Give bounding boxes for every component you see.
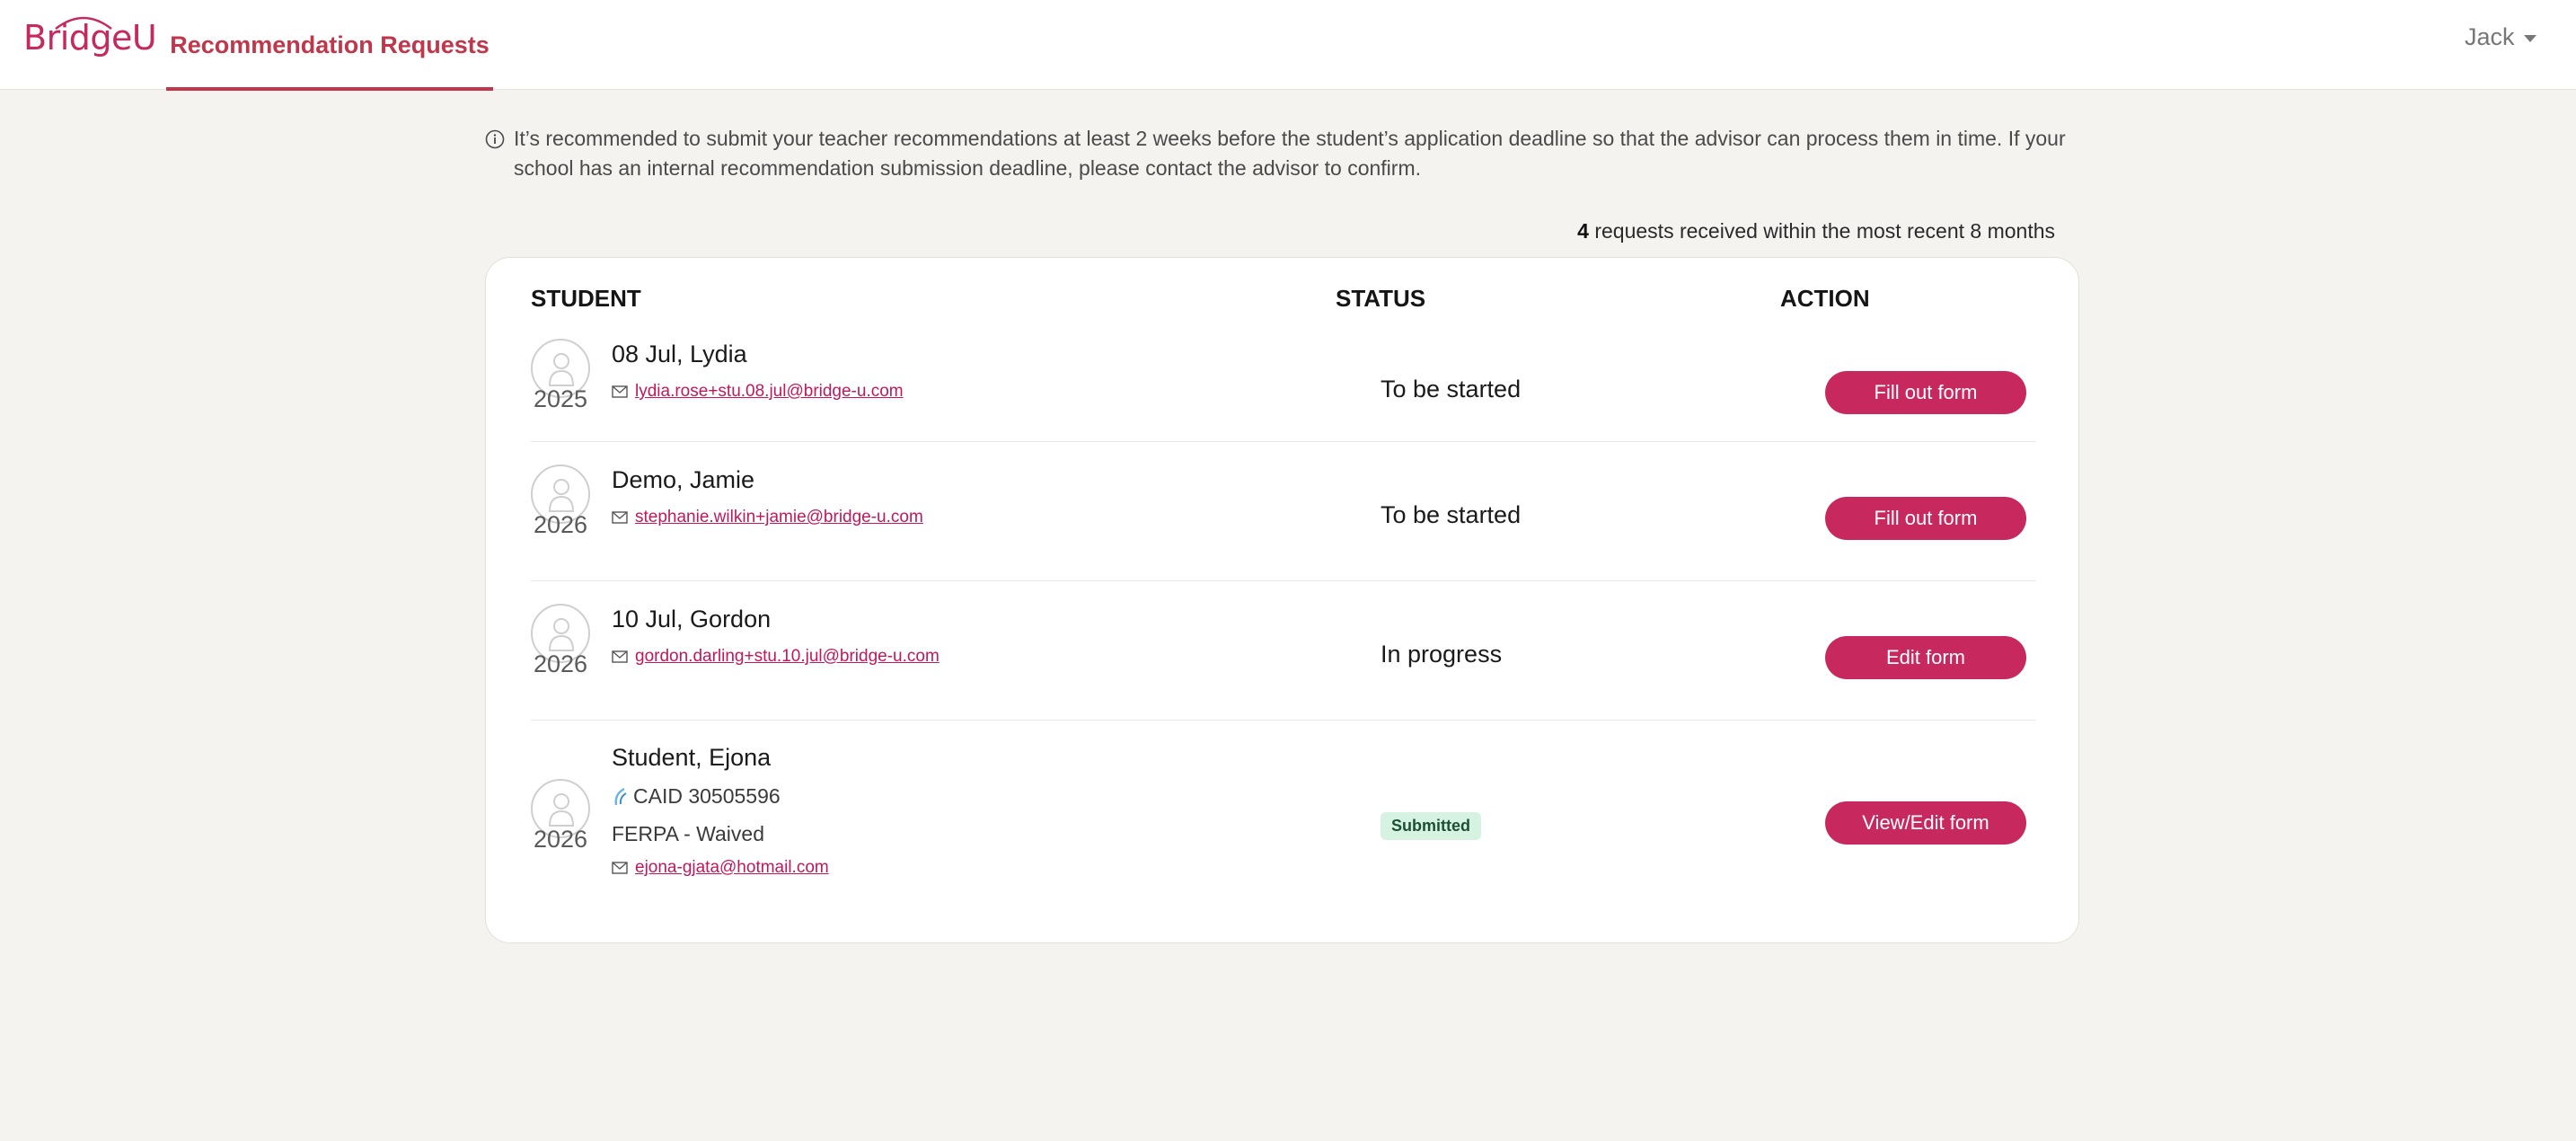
student-email: ejona-gjata@hotmail.com xyxy=(612,858,829,878)
table-row: 2026 Demo, Jamie stephanie.wilkin+jamie@… xyxy=(531,454,2035,581)
table-row: 2026 Student, Ejona CAID 30505596 FERPA … xyxy=(531,732,2035,921)
bridgeu-logo[interactable]: BridgeU xyxy=(23,18,157,57)
status-text: To be started xyxy=(1381,376,1522,402)
graduation-year: 2026 xyxy=(533,511,588,538)
person-icon xyxy=(548,353,575,386)
header-student: STUDENT xyxy=(531,285,641,312)
student-email-link[interactable]: gordon.darling+stu.10.jul@bridge-u.com xyxy=(635,647,940,667)
edit-form-button[interactable]: Edit form xyxy=(1825,636,2026,679)
table-row: 2025 08 Jul, Lydia lydia.rose+stu.08.jul… xyxy=(531,337,2035,442)
requests-summary: 4 requests received within the most rece… xyxy=(1577,219,2055,243)
status-text: In progress xyxy=(1381,641,1503,668)
header-status: STATUS xyxy=(1336,285,1426,312)
info-icon xyxy=(485,129,505,149)
caid-text: CAID 30505596 xyxy=(633,784,781,808)
notice-text: It’s recommended to submit your teacher … xyxy=(514,127,2066,180)
student-name: 10 Jul, Gordon xyxy=(612,606,772,632)
recommendation-notice: It’s recommended to submit your teacher … xyxy=(485,124,2066,183)
status-badge: Submitted xyxy=(1381,812,1481,840)
requests-count: 4 xyxy=(1577,219,1589,243)
mail-icon xyxy=(612,862,628,874)
student-name: 08 Jul, Lydia xyxy=(612,341,747,367)
person-icon xyxy=(548,618,575,651)
student-email: stephanie.wilkin+jamie@bridge-u.com xyxy=(612,508,923,527)
student-name: Demo, Jamie xyxy=(612,466,755,493)
status-text: To be started xyxy=(1381,501,1522,528)
student-email-link[interactable]: lydia.rose+stu.08.jul@bridge-u.com xyxy=(635,382,904,402)
graduation-year: 2025 xyxy=(533,385,588,412)
student-name: Student, Ejona xyxy=(612,744,772,771)
student-email-link[interactable]: stephanie.wilkin+jamie@bridge-u.com xyxy=(635,508,923,527)
top-bar: BridgeU Recommendation Requests Jack xyxy=(0,0,2576,91)
requests-table-card: STUDENT STATUS ACTION 2025 08 Jul, Lydia… xyxy=(485,257,2079,943)
tab-recommendation-requests[interactable]: Recommendation Requests xyxy=(166,0,493,91)
view-edit-form-button[interactable]: View/Edit form xyxy=(1825,801,2026,845)
mail-icon xyxy=(612,511,628,524)
table-row: 2026 10 Jul, Gordon gordon.darling+stu.1… xyxy=(531,593,2035,721)
caid-line: CAID 30505596 xyxy=(612,784,781,809)
ferpa-status: FERPA - Waived xyxy=(612,822,764,845)
common-app-icon xyxy=(614,787,627,805)
fill-out-form-button[interactable]: Fill out form xyxy=(1825,371,2026,414)
student-email-link[interactable]: ejona-gjata@hotmail.com xyxy=(635,858,829,878)
mail-icon xyxy=(612,385,628,398)
graduation-year: 2026 xyxy=(533,650,588,677)
student-email: lydia.rose+stu.08.jul@bridge-u.com xyxy=(612,382,904,402)
mail-icon xyxy=(612,650,628,663)
student-email: gordon.darling+stu.10.jul@bridge-u.com xyxy=(612,647,940,667)
user-name: Jack xyxy=(2465,23,2515,50)
chevron-down-icon xyxy=(2523,34,2536,42)
fill-out-form-button[interactable]: Fill out form xyxy=(1825,497,2026,540)
user-menu[interactable]: Jack xyxy=(2465,23,2536,51)
person-icon xyxy=(548,479,575,512)
requests-summary-text: requests received within the most recent… xyxy=(1588,219,2055,243)
graduation-year: 2026 xyxy=(533,826,588,853)
header-action: ACTION xyxy=(1780,285,1870,312)
person-icon xyxy=(548,793,575,827)
